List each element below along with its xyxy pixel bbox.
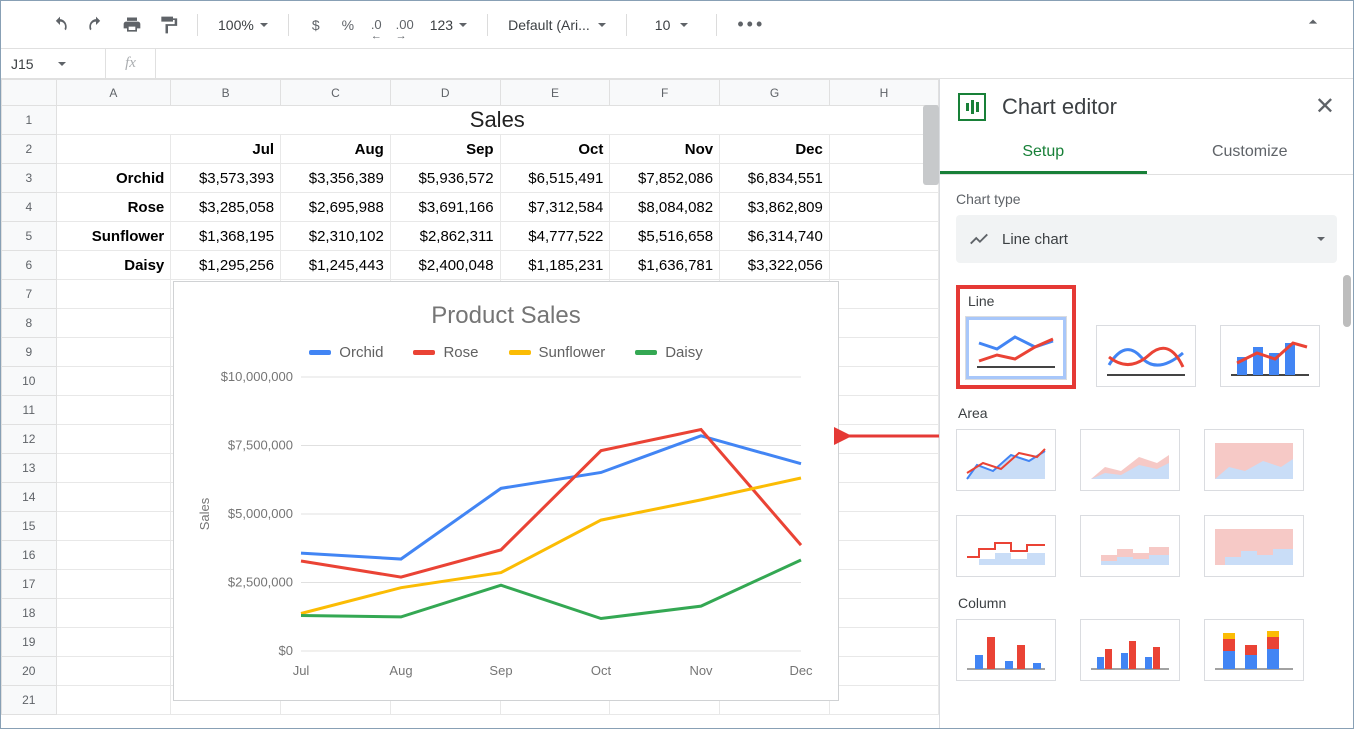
svg-text:$2,500,000: $2,500,000 [228, 575, 293, 590]
formula-input[interactable] [156, 49, 1353, 78]
svg-text:Jul: Jul [293, 663, 310, 678]
thumb-line-smooth[interactable] [1096, 325, 1196, 387]
thumb-column-2[interactable] [1080, 619, 1180, 681]
line-category-highlight: Line [956, 285, 1076, 389]
increase-decimal-button[interactable]: .00→ [392, 10, 418, 40]
editor-scrollbar[interactable] [1343, 275, 1351, 327]
chart-type-select[interactable]: Line chart [956, 215, 1337, 263]
category-column-label: Column [958, 595, 1337, 611]
undo-button[interactable] [45, 10, 75, 40]
embedded-chart[interactable]: Product Sales OrchidRoseSunflowerDaisy $… [173, 281, 839, 701]
close-button[interactable]: ✕ [1315, 95, 1335, 119]
svg-text:$7,500,000: $7,500,000 [228, 438, 293, 453]
category-line-label: Line [968, 293, 1066, 309]
thumb-area-6[interactable] [1204, 515, 1304, 577]
spreadsheet[interactable]: ABCDEFGH1Sales2JulAugSepOctNovDec3Orchid… [1, 79, 939, 728]
thumb-area-4[interactable] [956, 515, 1056, 577]
name-box[interactable]: J15 [1, 49, 106, 78]
paint-format-button[interactable] [153, 10, 183, 40]
font-family-select[interactable]: Default (Ari... [502, 17, 612, 33]
chart-editor-panel: Chart editor ✕ Setup Customize Chart typ… [939, 79, 1353, 728]
decrease-decimal-button[interactable]: .0← [367, 10, 386, 40]
zoom-select[interactable]: 100% [212, 17, 274, 33]
percent-button[interactable]: % [335, 17, 361, 33]
svg-text:Nov: Nov [689, 663, 713, 678]
thumb-area-3[interactable] [1204, 429, 1304, 491]
category-area-label: Area [958, 405, 1337, 421]
number-format-select[interactable]: 123 [424, 17, 473, 33]
redo-button[interactable] [81, 10, 111, 40]
more-toolbar-button[interactable]: ••• [731, 14, 771, 35]
svg-text:$0: $0 [279, 643, 293, 658]
thumb-area-1[interactable] [956, 429, 1056, 491]
toolbar: 100% $ % .0← .00→ 123 Default (Ari... 10… [1, 1, 1353, 49]
thumb-line-basic[interactable] [966, 317, 1066, 379]
thumb-combo[interactable] [1220, 325, 1320, 387]
thumb-column-1[interactable] [956, 619, 1056, 681]
svg-text:Sep: Sep [489, 663, 512, 678]
thumb-column-3[interactable] [1204, 619, 1304, 681]
font-size-select[interactable]: 10 [641, 17, 703, 33]
formula-bar: J15 fx [1, 49, 1353, 79]
chart-editor-icon [958, 93, 986, 121]
svg-text:$5,000,000: $5,000,000 [228, 506, 293, 521]
svg-text:Aug: Aug [389, 663, 412, 678]
annotation-arrow [841, 426, 939, 451]
svg-text:Dec: Dec [789, 663, 813, 678]
thumb-area-2[interactable] [1080, 429, 1180, 491]
thumb-area-5[interactable] [1080, 515, 1180, 577]
tab-setup[interactable]: Setup [940, 131, 1147, 174]
vertical-scrollbar[interactable] [923, 105, 939, 185]
currency-button[interactable]: $ [303, 17, 329, 33]
chart-editor-title: Chart editor [1002, 94, 1117, 120]
svg-text:Sales: Sales [197, 497, 212, 530]
chart-legend: OrchidRoseSunflowerDaisy [174, 344, 838, 361]
chart-title: Product Sales [174, 302, 838, 330]
print-button[interactable] [117, 10, 147, 40]
collapse-toolbar-button[interactable] [1303, 12, 1323, 37]
tab-customize[interactable]: Customize [1147, 131, 1354, 174]
line-chart-icon [968, 228, 990, 250]
svg-text:$10,000,000: $10,000,000 [221, 369, 293, 384]
svg-text:Oct: Oct [591, 663, 612, 678]
chart-type-label: Chart type [956, 191, 1337, 207]
fx-icon: fx [106, 49, 156, 78]
